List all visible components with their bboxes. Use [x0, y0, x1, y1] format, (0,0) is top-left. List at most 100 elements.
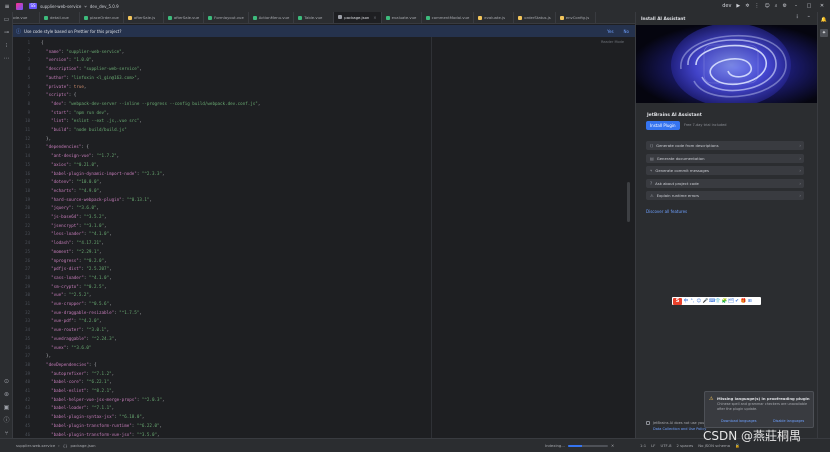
ai-feature-item[interactable]: ? Ask about project code › — [646, 178, 804, 188]
data-policy-link[interactable]: Data Collection and Use Policy — [653, 427, 706, 431]
code-line[interactable]: }, — [41, 353, 51, 358]
code-line[interactable]: "vue-pdf": "^4.2.0", — [41, 318, 101, 323]
user-icon[interactable]: ☺ — [764, 3, 769, 9]
code-line[interactable]: "vuex": "^3.6.0" — [41, 345, 91, 350]
code-line[interactable]: "moment": "^2.29.1", — [41, 249, 101, 254]
ime-tool-icon[interactable]: ✔ — [735, 299, 740, 304]
breadcrumb-file[interactable]: package.json — [71, 443, 96, 448]
tab-evaluate-vue[interactable]: evaluate.vue — [382, 12, 422, 23]
ai-feature-item[interactable]: ⟨⟩ Generate code from descriptions › — [646, 141, 804, 150]
code-line[interactable]: "author": "linfoxin <l_gin@163.com>", — [41, 75, 139, 80]
tab-envconfig-js[interactable]: envConfig.js — [556, 12, 596, 23]
tab-evaluate-js[interactable]: evaluate.js — [474, 12, 515, 23]
file-encoding[interactable]: UTF-8 — [660, 443, 671, 448]
code-line[interactable]: "babel-helper-vue-jsx-merge-props": "^2.… — [41, 397, 164, 402]
code-line[interactable]: "babel-core": "^6.22.1", — [41, 379, 112, 384]
install-plugin-button[interactable]: Install Plugin — [646, 121, 680, 130]
minimize-icon[interactable]: – — [792, 2, 800, 10]
code-line[interactable]: "dotenv": "^10.0.0", — [41, 179, 101, 184]
project-tool-icon[interactable]: ▭ — [3, 16, 10, 23]
ime-tool-icon[interactable]: 中 — [683, 298, 689, 304]
code-line[interactable]: "lodash": "^4.17.21", — [41, 240, 104, 245]
code-editor[interactable]: 1 2 3 4 5 6 7 8 9 10 11 12 13 14 15 16 17 18 19 20 21 22 23 24 2… — [13, 37, 630, 438]
code-line[interactable]: { — [41, 40, 44, 45]
caret-position[interactable]: 1:1 — [640, 443, 646, 448]
code-line[interactable]: "babel-loader": "^7.1.1", — [41, 405, 114, 410]
ime-tool-icon[interactable]: 🗂 — [728, 299, 734, 304]
banner-yes-link[interactable]: Yes — [607, 29, 613, 34]
git-tool-icon[interactable]: ⑂ — [3, 430, 10, 437]
discover-features-link[interactable]: Discover all features — [646, 209, 687, 214]
data-consent-checkbox[interactable] — [646, 421, 650, 425]
code-line[interactable]: "description": "supplier-web-service", — [41, 66, 142, 71]
services-tool-icon[interactable]: ⊙ — [3, 378, 10, 385]
indent-setting[interactable]: 2 spaces — [677, 443, 694, 448]
code-line[interactable]: "echarts": "^4.9.0", — [41, 188, 101, 193]
ime-tool-icon[interactable]: 🧩 — [722, 299, 728, 304]
code-line[interactable]: "nprogress": "^0.2.0", — [41, 258, 106, 263]
tab-formlayout-vue[interactable]: Formlayout.vue — [204, 12, 249, 23]
ime-tool-icon[interactable]: 🎁 — [741, 299, 747, 304]
code-area[interactable]: { "name": "supplier-web-service", "versi… — [41, 37, 611, 438]
code-line[interactable]: "ant-design-vue": "^1.7.2", — [41, 153, 119, 158]
code-line[interactable]: "vue": "^2.5.2", — [41, 292, 91, 297]
code-line[interactable]: "babel-plugin-transform-vue-jsx": "^3.5.… — [41, 432, 159, 437]
line-separator[interactable]: LF — [651, 443, 655, 448]
ai-feature-item[interactable]: ⑂ Generate commit messages › — [646, 166, 804, 175]
code-line[interactable]: "babel-eslint": "^8.2.1", — [41, 388, 114, 393]
tab-close-icon[interactable]: × — [373, 15, 376, 20]
code-line[interactable]: "babel-plugin-dynamic-import-node": "^2.… — [41, 171, 164, 176]
code-line[interactable]: "autoprefixer": "^7.1.2", — [41, 371, 114, 376]
project-selector[interactable]: supplier-web-service — [40, 4, 81, 9]
code-line[interactable]: "less-loader": "^4.1.0", — [41, 231, 112, 236]
more-icon[interactable]: ⋮ — [754, 3, 759, 9]
ime-tool-icon[interactable]: 👕 — [715, 299, 721, 304]
plugins-tool-icon[interactable]: ⊛ — [3, 391, 10, 398]
more-tools-icon[interactable]: ⋯ — [3, 55, 10, 62]
disable-languages-link[interactable]: Disable languages — [773, 419, 804, 423]
code-line[interactable]: "vue-draggable-resizable": "^1.7.5", — [41, 310, 142, 315]
code-line[interactable]: }, — [41, 136, 51, 141]
tab-commentmodal-vue[interactable]: commentModal.vue — [422, 12, 475, 23]
code-line[interactable]: "sass-loader": "^4.1.0", — [41, 275, 112, 280]
code-line[interactable]: "vue-router": "^3.0.1", — [41, 327, 109, 332]
sogou-ime-toolbar[interactable]: S 中 °, ☺ 🎤 ⌨ 👕 🧩 🗂 ✔ 🎁 ⊞ — [672, 297, 761, 305]
run-icon[interactable]: ▶ — [736, 3, 740, 9]
code-line[interactable]: "lint": "eslint --ext .js,.vue src", — [41, 118, 142, 123]
ai-feature-item[interactable]: ⚠ Explain runtime errors › — [646, 191, 804, 200]
code-line[interactable]: "babel-plugin-syntax-jsx": "^6.18.0", — [41, 414, 144, 419]
ai-feature-item[interactable]: ▤ Generate documentation › — [646, 153, 804, 163]
code-line[interactable]: "devDependencies": { — [41, 362, 96, 367]
code-line[interactable]: "name": "supplier-web-service", — [41, 49, 124, 54]
code-line[interactable]: "dev": "webpack-dev-server --inline --pr… — [41, 101, 260, 106]
code-line[interactable]: "js-base64": "^3.5.2", — [41, 214, 106, 219]
ime-tool-icon[interactable]: 🎤 — [703, 299, 709, 304]
code-line[interactable]: "jsencrypt": "^3.1.0", — [41, 223, 106, 228]
search-icon[interactable]: ⌕ — [775, 3, 778, 9]
branch-selector[interactable]: dev_dev_5.0.9 — [90, 4, 119, 9]
settings-icon[interactable]: ⚙ — [783, 3, 787, 9]
tab-actionmenu-vue[interactable]: ActionMenu.vue — [249, 12, 295, 23]
banner-no-link[interactable]: No — [624, 29, 629, 34]
terminal-tool-icon[interactable]: ▣ — [3, 404, 10, 411]
ime-tool-icon[interactable]: ⌨ — [709, 299, 716, 304]
reader-mode-toggle[interactable]: Reader Mode — [601, 40, 624, 44]
tab-package-json[interactable]: package.json × — [334, 12, 382, 23]
code-line[interactable]: "axios": "^0.21.0", — [41, 162, 99, 167]
run-config[interactable]: dev — [722, 3, 731, 9]
main-menu-icon[interactable]: ≡ — [3, 2, 11, 10]
code-line[interactable]: "private": true, — [41, 84, 86, 89]
code-line[interactable]: "vue-cropper": "^0.5.6", — [41, 301, 112, 306]
code-line[interactable]: "build": "node build/build.js" — [41, 127, 127, 132]
maximize-icon[interactable]: □ — [805, 2, 813, 10]
code-line[interactable]: "babel-plugin-transform-runtime": "^6.22… — [41, 423, 162, 428]
ime-tool-icon[interactable]: °, — [690, 299, 695, 304]
code-line[interactable]: "pdfjs-dist": "2.5.207", — [41, 266, 112, 271]
ime-tool-icon[interactable]: ⊞ — [747, 299, 752, 304]
close-icon[interactable]: ✕ — [818, 2, 826, 10]
tab-placeorder-vue[interactable]: placeOrder.vue — [80, 12, 124, 23]
tab-table-vue[interactable]: Table.vue — [294, 12, 335, 23]
code-line[interactable]: "scripts": { — [41, 92, 76, 97]
problems-tool-icon[interactable]: ⓘ — [3, 417, 10, 424]
ime-tool-icon[interactable]: ☺ — [696, 299, 701, 304]
